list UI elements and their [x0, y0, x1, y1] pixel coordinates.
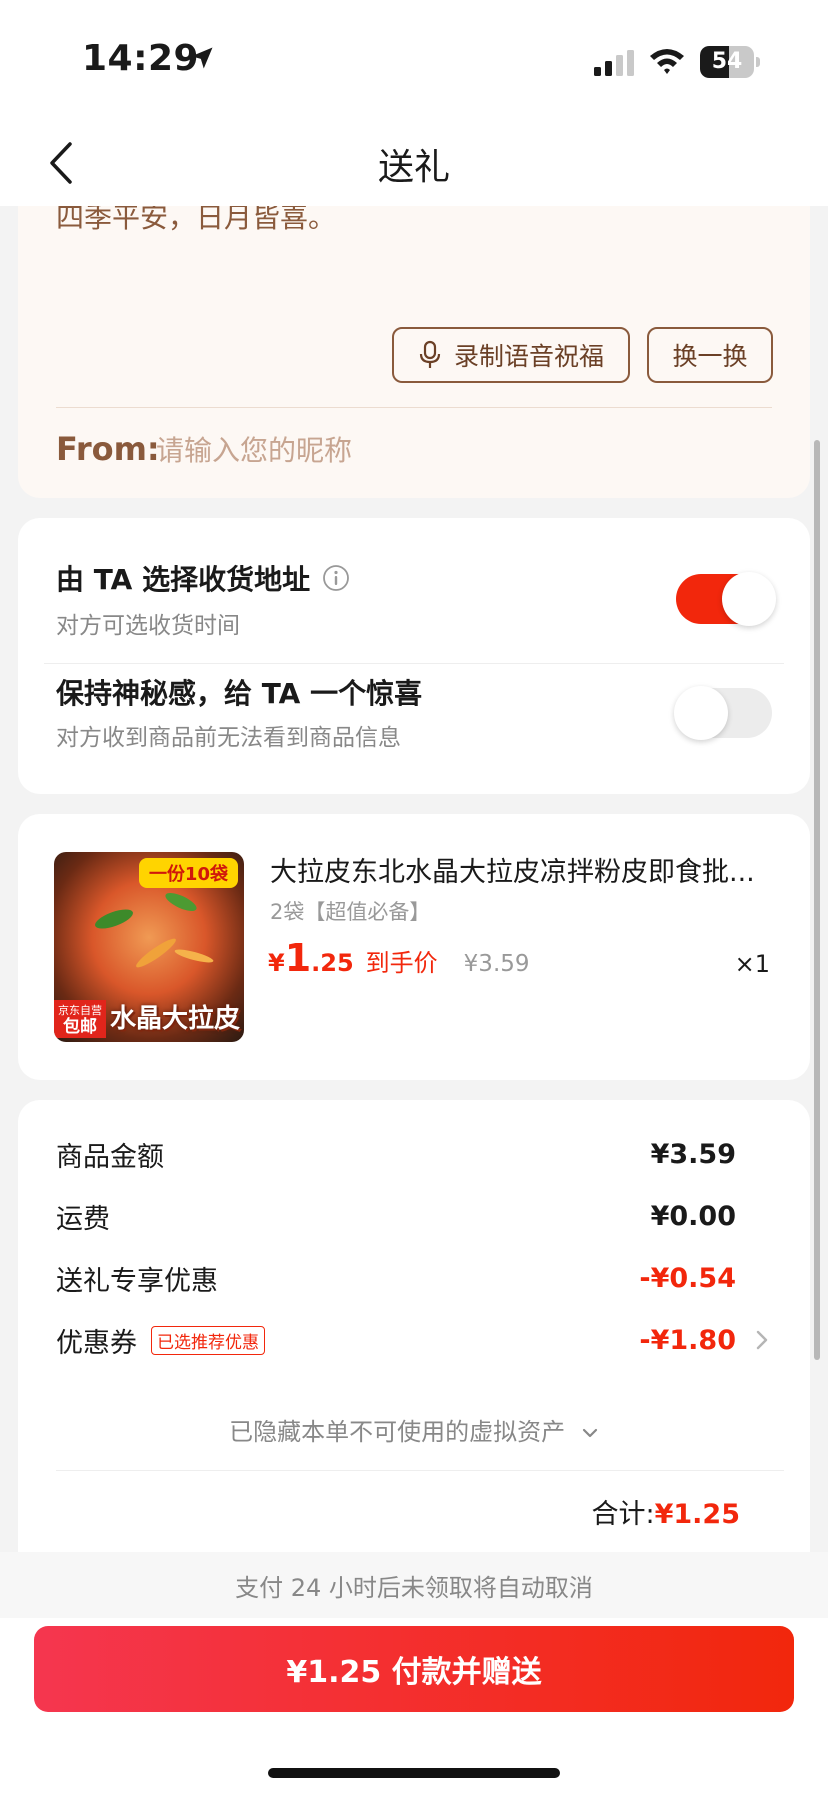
product-card[interactable]: 一份10袋 京东自营 包邮 水晶大拉皮 大拉皮东北水晶大拉皮凉拌粉皮即食批...… — [18, 814, 810, 1080]
product-quantity: ×1 — [734, 950, 770, 978]
price-decimal: .25 — [311, 949, 354, 977]
battery-icon: 54 — [700, 46, 760, 78]
chevron-right-icon[interactable] — [754, 1328, 770, 1352]
product-image-caption: 水晶大拉皮 — [109, 1004, 240, 1034]
option-mystery-surprise: 保持神秘感，给 TA 一个惊喜 对方收到商品前无法看到商品信息 — [18, 662, 810, 792]
product-title[interactable]: 大拉皮东北水晶大拉皮凉拌粉皮即食批... — [270, 850, 780, 889]
summary-label: 运费 — [56, 1203, 110, 1235]
original-price: ¥3.59 — [463, 951, 530, 977]
location-arrow-icon — [191, 47, 213, 69]
product-image-badge: 一份10袋 — [138, 858, 238, 888]
summary-label: 优惠券 已选推荐优惠 — [56, 1321, 265, 1360]
image-tag-line2: 包邮 — [63, 1017, 97, 1037]
order-total: 合计:¥1.25 — [591, 1492, 740, 1531]
product-image[interactable]: 一份10袋 京东自营 包邮 水晶大拉皮 — [54, 852, 244, 1042]
status-bar: 14:29 54 — [0, 0, 828, 120]
coupon-badge: 已选推荐优惠 — [151, 1325, 265, 1355]
option-subtitle: 对方收到商品前无法看到商品信息 — [56, 725, 401, 751]
product-spec: 2袋【超值必备】 — [270, 900, 431, 924]
option-subtitle: 对方可选收货时间 — [56, 613, 240, 639]
summary-value: -¥0.54 — [639, 1262, 736, 1294]
order-summary-card: 商品金额 ¥3.59 运费 ¥0.00 送礼专享优惠 -¥0.54 优惠券 已选… — [18, 1100, 810, 1560]
scrollbar[interactable] — [814, 440, 820, 1360]
summary-value: -¥1.80 — [639, 1324, 736, 1356]
from-label: From: — [56, 430, 160, 468]
hidden-assets-toggle[interactable]: 已隐藏本单不可使用的虚拟资产 — [18, 1412, 810, 1447]
divider — [56, 1470, 784, 1471]
auto-cancel-hint: 支付 24 小时后未领取将自动取消 — [235, 1574, 593, 1602]
product-image-tag: 京东自营 包邮 — [54, 1000, 106, 1038]
toggle-knob — [674, 686, 728, 740]
toggle-knob — [722, 572, 776, 626]
total-amount: ¥1.25 — [654, 1499, 740, 1530]
summary-label: 送礼专享优惠 — [56, 1265, 218, 1297]
total-label: 合计: — [591, 1499, 655, 1530]
battery-percent: 54 — [711, 49, 743, 74]
chevron-down-icon — [582, 1428, 597, 1438]
summary-label: 商品金额 — [56, 1141, 164, 1173]
price-integer: 1 — [284, 936, 312, 980]
summary-value: ¥0.00 — [650, 1200, 736, 1232]
summary-row-coupon[interactable]: 优惠券 已选推荐优惠 -¥1.80 — [56, 1318, 772, 1362]
option-title-text: 由 TA 选择收货地址 — [56, 563, 311, 596]
hidden-assets-label: 已隐藏本单不可使用的虚拟资产 — [229, 1418, 566, 1446]
product-price: ¥ 1 .25 到手价 ¥3.59 — [268, 936, 530, 980]
divider — [56, 407, 772, 408]
cellular-signal-icon — [594, 50, 634, 76]
recipient-address-toggle[interactable] — [676, 572, 776, 626]
swap-message-button[interactable]: 换一换 — [647, 327, 773, 383]
greeting-card: 四季平安，日月皆喜。 录制语音祝福 换一换 From: — [18, 190, 810, 498]
nav-bar: 送礼 — [0, 120, 828, 206]
option-recipient-address: 由 TA 选择收货地址 对方可选收货时间 — [18, 518, 810, 648]
price-tag: 到手价 — [365, 949, 438, 977]
summary-value: ¥3.59 — [650, 1138, 736, 1170]
option-title: 保持神秘感，给 TA 一个惊喜 — [56, 672, 422, 712]
image-tag-line1: 京东自营 — [58, 1004, 102, 1017]
pay-and-send-button[interactable]: ¥1.25 付款并赠送 — [34, 1626, 794, 1712]
info-icon[interactable] — [322, 564, 350, 592]
option-title-text: 保持神秘感，给 TA 一个惊喜 — [56, 677, 423, 710]
summary-row-gift-discount: 送礼专享优惠 -¥0.54 — [56, 1256, 772, 1300]
coupon-label: 优惠券 — [56, 1327, 137, 1359]
page-title: 送礼 — [377, 147, 450, 188]
mystery-surprise-toggle[interactable] — [674, 686, 772, 740]
bottom-bar: 支付 24 小时后未领取将自动取消 ¥1.25 付款并赠送 — [0, 1552, 828, 1796]
status-time: 14:29 — [82, 38, 200, 79]
nickname-input[interactable] — [156, 428, 616, 472]
price-currency: ¥ — [268, 949, 285, 977]
home-indicator — [268, 1768, 560, 1778]
option-title: 由 TA 选择收货地址 — [56, 558, 350, 598]
gift-options-card: 由 TA 选择收货地址 对方可选收货时间 保持神秘感，给 TA 一个惊喜 对方收… — [18, 518, 810, 794]
summary-row-shipping: 运费 ¥0.00 — [56, 1194, 772, 1238]
wifi-icon — [650, 49, 684, 74]
summary-row-goods: 商品金额 ¥3.59 — [56, 1132, 772, 1176]
microphone-icon — [419, 340, 441, 368]
record-voice-label: 录制语音祝福 — [453, 342, 604, 371]
record-voice-button[interactable]: 录制语音祝福 — [392, 327, 630, 383]
